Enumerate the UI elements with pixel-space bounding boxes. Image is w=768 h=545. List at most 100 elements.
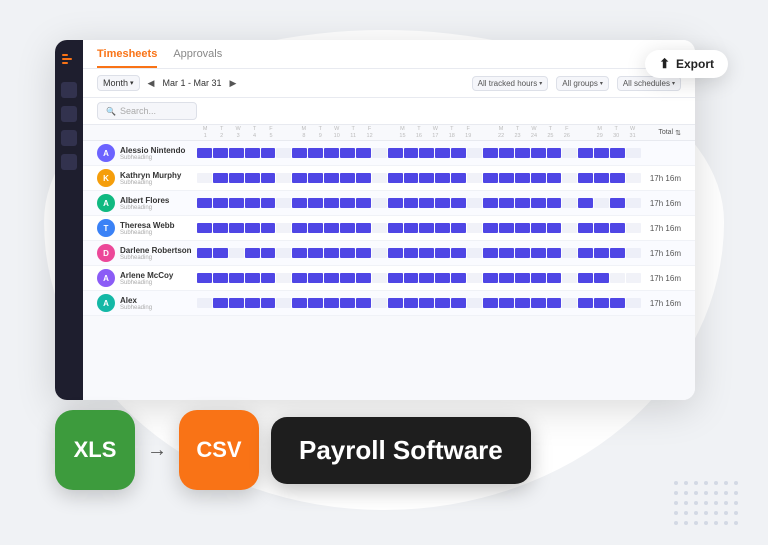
sort-icon[interactable]: ⇅ (675, 129, 681, 137)
time-block (562, 173, 577, 183)
export-icon: ⬆ (659, 56, 670, 72)
day-M15: M15 (394, 126, 410, 139)
time-block (515, 198, 530, 208)
time-bars (197, 148, 641, 158)
export-bubble[interactable]: ⬆ Export (645, 50, 728, 78)
time-block (404, 198, 419, 208)
time-block (626, 198, 641, 208)
time-block (372, 173, 387, 183)
time-block (356, 173, 371, 183)
employee-name: Theresa Webb (120, 221, 175, 230)
avatar: A (97, 194, 115, 212)
time-block (340, 173, 355, 183)
time-block (340, 298, 355, 308)
time-block (610, 273, 625, 283)
time-block (578, 248, 593, 258)
time-block (404, 148, 419, 158)
time-block (610, 198, 625, 208)
time-block (419, 223, 434, 233)
time-block (213, 248, 228, 258)
tab-timesheets[interactable]: Timesheets (97, 48, 157, 68)
time-block (261, 248, 276, 258)
csv-button[interactable]: CSV (179, 410, 259, 490)
period-chevron: ▾ (130, 79, 134, 87)
time-block (372, 223, 387, 233)
time-block (388, 248, 403, 258)
days-letters-row: M1 T2 W3 T4 F5 M8 T9 W10 T11 F12 M15 T16… (197, 126, 641, 139)
nav-prev[interactable]: ◀ (148, 78, 155, 89)
time-block (261, 198, 276, 208)
table-row: AArlene McCoySubheading17h 16m (83, 266, 695, 291)
time-block (197, 223, 212, 233)
filter-tracked-hours[interactable]: All tracked hours ▾ (472, 76, 549, 91)
sidebar-item-3[interactable] (61, 130, 77, 146)
search-box[interactable]: 🔍 Search... (97, 102, 197, 120)
day-W31: W31 (624, 126, 640, 139)
time-block (292, 298, 307, 308)
time-block (435, 198, 450, 208)
time-block (547, 148, 562, 158)
time-block (229, 273, 244, 283)
tab-approvals[interactable]: Approvals (173, 48, 222, 68)
day-T16: T16 (411, 126, 427, 139)
time-bars (197, 248, 641, 258)
time-block (483, 198, 498, 208)
time-block (292, 248, 307, 258)
time-block (356, 273, 371, 283)
payroll-label: Payroll Software (299, 435, 503, 465)
employee-subheading: Subheading (120, 280, 173, 286)
time-block (610, 173, 625, 183)
row-total: 17h 16m (641, 224, 681, 233)
day-M22: M22 (493, 126, 509, 139)
time-block (435, 223, 450, 233)
time-block (578, 148, 593, 158)
day-T25: T25 (542, 126, 558, 139)
employee-name: Alessio Nintendo (120, 146, 185, 155)
day-T30: T30 (608, 126, 624, 139)
time-block (229, 223, 244, 233)
day-W10: W10 (329, 126, 345, 139)
table-row: TTheresa WebbSubheading17h 16m (83, 216, 695, 241)
employee-info: AAlbert FloresSubheading (97, 194, 197, 212)
time-block (499, 273, 514, 283)
period-select[interactable]: Month ▾ (97, 75, 140, 91)
time-block (531, 198, 546, 208)
time-block (578, 298, 593, 308)
time-block (499, 298, 514, 308)
employee-subheading: Subheading (120, 205, 169, 211)
export-label: Export (676, 57, 714, 71)
time-block (467, 248, 482, 258)
sidebar-item-1[interactable] (61, 82, 77, 98)
time-block (594, 148, 609, 158)
time-block (261, 273, 276, 283)
day-W24: W24 (526, 126, 542, 139)
sidebar-item-4[interactable] (61, 154, 77, 170)
time-block (356, 248, 371, 258)
sidebar-item-2[interactable] (61, 106, 77, 122)
time-block (499, 223, 514, 233)
employee-info: DDarlene RobertsonSubheading (97, 244, 197, 262)
time-block (610, 223, 625, 233)
xls-button[interactable]: XLS (55, 410, 135, 490)
csv-label: CSV (196, 437, 241, 463)
filter-groups[interactable]: All groups ▾ (556, 76, 609, 91)
time-block (308, 198, 323, 208)
dot-pattern (674, 481, 738, 525)
time-block (229, 173, 244, 183)
app-logo-icon (61, 52, 77, 68)
time-block (324, 148, 339, 158)
time-block (356, 223, 371, 233)
day-W3: W3 (230, 126, 246, 139)
employee-name: Alex (120, 296, 152, 305)
time-block (276, 248, 291, 258)
time-block (197, 248, 212, 258)
day-F5: F5 (263, 126, 279, 139)
employee-info: KKathryn MurphySubheading (97, 169, 197, 187)
nav-next[interactable]: ▶ (229, 78, 236, 89)
filter-groups-label: All groups (562, 79, 598, 88)
employee-info: AArlene McCoySubheading (97, 269, 197, 287)
time-block (578, 273, 593, 283)
day-T23: T23 (509, 126, 525, 139)
search-icon: 🔍 (106, 107, 116, 116)
date-range: Mar 1 - Mar 31 (162, 78, 221, 88)
